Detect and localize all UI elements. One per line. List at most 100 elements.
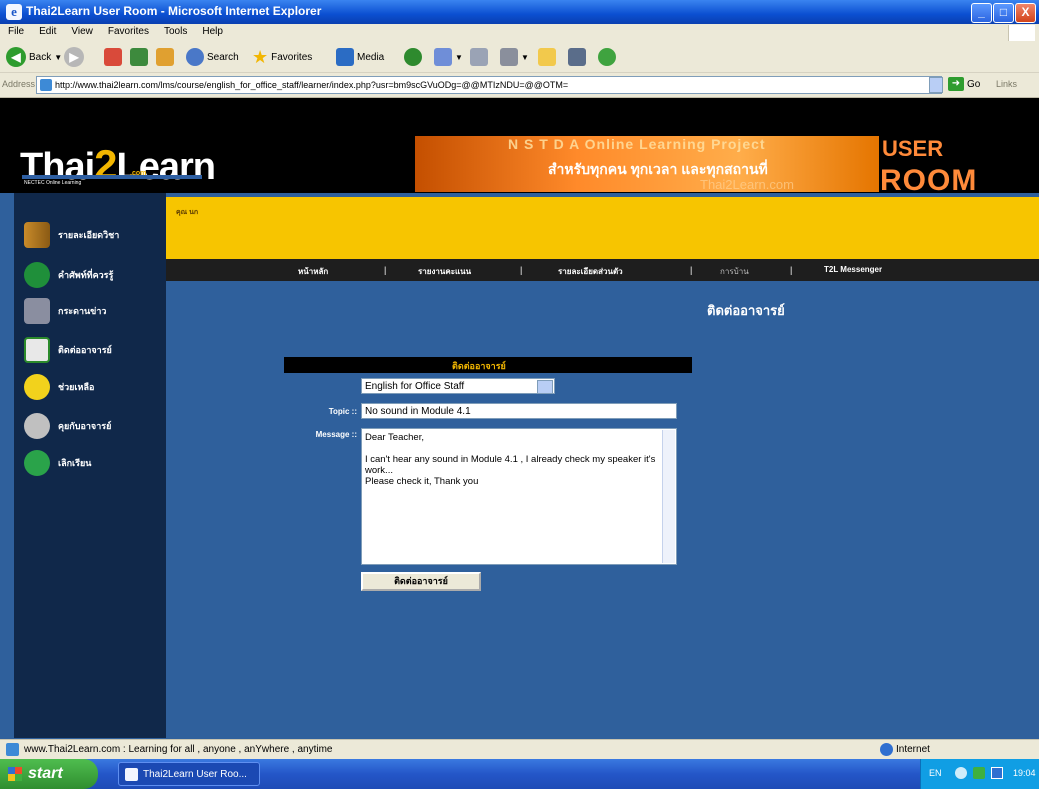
language-indicator[interactable]: EN (929, 768, 942, 778)
start-button[interactable]: start (0, 759, 98, 789)
top-nav-bar: หน้าหลัก | รายงานคะแนน | รายละเอียดส่วนต… (166, 259, 1039, 281)
sidebar-item-logout[interactable]: เลิกเรียน (24, 449, 91, 477)
menu-edit[interactable]: Edit (31, 24, 63, 37)
address-url: http://www.thai2learn.com/lms/course/eng… (55, 80, 569, 90)
banner-user-text: USER (882, 136, 944, 161)
page-status-icon (6, 743, 19, 756)
stop-icon (104, 48, 122, 66)
favorites-label: Favorites (271, 51, 313, 63)
close-button[interactable]: X (1015, 3, 1036, 23)
menu-favorites[interactable]: Favorites (100, 24, 156, 37)
web-page: Thai2Learn .com NECTEC Online Learning N… (0, 98, 1039, 739)
folder-icon (538, 48, 556, 66)
taskbar: start Thai2Learn User Roo... EN 19:04 (0, 759, 1039, 789)
media-icon (336, 48, 354, 66)
sidebar-item-contact-teacher[interactable]: ติดต่ออาจารย์ (24, 336, 112, 364)
menu-help[interactable]: Help (194, 24, 230, 37)
course-select-value: English for Office Staff (365, 381, 465, 392)
taskbar-window-ie[interactable]: Thai2Learn User Roo... (118, 762, 260, 786)
history-button[interactable] (404, 46, 422, 68)
window-titlebar[interactable]: e Thai2Learn User Room - Microsoft Inter… (0, 0, 1039, 24)
logo-tagline: NECTEC Online Learning (24, 180, 82, 186)
logo-part-learn: Learn (116, 146, 216, 188)
sidebar: รายละเอียดวิชา คำศัพท์ที่ควรรู้ กระดานข่… (14, 193, 166, 738)
help-bulb-icon (24, 374, 50, 400)
logo-underline: .com (22, 170, 202, 179)
mail-icon (434, 48, 452, 66)
home-icon (156, 48, 174, 66)
tray-media-icon[interactable] (991, 767, 1003, 779)
messenger-button[interactable] (598, 46, 616, 68)
maximize-button[interactable]: □ (993, 3, 1014, 23)
back-label: Back (29, 51, 52, 63)
tray-network-icon[interactable] (955, 767, 967, 779)
sidebar-item-course-details[interactable]: รายละเอียดวิชา (24, 221, 119, 249)
message-textarea[interactable]: Dear Teacher, I can't hear any sound in … (361, 428, 677, 565)
address-label: Address (2, 79, 36, 89)
nav-score-report[interactable]: รายงานคะแนน (418, 265, 471, 278)
back-button[interactable]: ◀ Back ▼ (6, 46, 62, 68)
links-button[interactable]: Links (996, 79, 1017, 89)
monitor-icon (24, 337, 50, 363)
go-button[interactable]: ➜ Go (948, 77, 980, 91)
menu-tools[interactable]: Tools (156, 24, 194, 37)
tray-app-icon[interactable] (973, 767, 985, 779)
mail-button[interactable]: ▼ (434, 46, 463, 68)
search-button[interactable]: Search (186, 46, 239, 68)
menu-view[interactable]: View (63, 24, 100, 37)
message-text: Dear Teacher, I can't hear any sound in … (365, 432, 656, 487)
sidebar-item-vocabulary[interactable]: คำศัพท์ที่ควรรู้ (24, 261, 113, 289)
edit-dropdown-icon[interactable]: ▼ (521, 53, 529, 62)
windows-logo-icon (1008, 25, 1035, 41)
history-icon (404, 48, 422, 66)
discuss-icon (568, 48, 586, 66)
form-header: ติดต่ออาจารย์ (284, 357, 692, 373)
ie-icon: e (6, 4, 22, 20)
chevron-down-icon[interactable] (537, 380, 553, 394)
course-select[interactable]: English for Office Staff (361, 378, 555, 394)
message-scrollbar[interactable] (662, 430, 675, 563)
discuss-button[interactable] (568, 46, 586, 68)
sidebar-item-label: คำศัพท์ที่ควรรู้ (58, 270, 114, 280)
site-banner: Thai2Learn .com NECTEC Online Learning N… (0, 98, 1039, 197)
topic-input[interactable]: No sound in Module 4.1 (361, 403, 677, 419)
nav-homework[interactable]: การบ้าน (720, 265, 749, 278)
minimize-button[interactable]: _ (971, 3, 992, 23)
sidebar-item-label: เลิกเรียน (58, 458, 92, 468)
banner-english-text: N S T D A Online Learning Project (508, 136, 766, 152)
page-title: ติดต่ออาจารย์ (707, 303, 785, 318)
favorites-button[interactable]: ★ Favorites (252, 46, 312, 68)
home-button[interactable] (156, 46, 174, 68)
menu-file[interactable]: File (0, 24, 31, 37)
address-input[interactable]: http://www.thai2learn.com/lms/course/eng… (36, 76, 942, 94)
folder-button[interactable] (538, 46, 556, 68)
mail-dropdown-icon[interactable]: ▼ (455, 53, 463, 62)
address-dropdown-icon[interactable] (929, 77, 943, 93)
edit-button[interactable]: ▼ (500, 46, 529, 68)
media-button[interactable]: Media (336, 46, 384, 68)
sidebar-item-label: ช่วยเหลือ (58, 382, 95, 392)
stop-button[interactable] (104, 46, 122, 68)
back-dropdown-icon[interactable]: ▼ (54, 53, 62, 62)
forward-arrow-icon: ▶ (64, 47, 84, 67)
sidebar-item-board[interactable]: กระดานข่าว (24, 297, 106, 325)
ie-icon (125, 768, 138, 781)
contact-teacher-submit-button[interactable]: ติดต่ออาจารย์ (361, 572, 481, 591)
forward-button[interactable]: ▶ (64, 46, 84, 68)
banner-url-text: Thai2Learn.com (700, 177, 794, 192)
internet-zone-icon (880, 743, 893, 756)
search-icon (186, 48, 204, 66)
nav-t2l-messenger[interactable]: T2L Messenger (824, 265, 882, 274)
address-bar: Address http://www.thai2learn.com/lms/co… (0, 73, 1039, 98)
nav-personal-details[interactable]: รายละเอียดส่วนตัว (558, 265, 623, 278)
user-greeting: คุณ นก (176, 209, 199, 216)
refresh-button[interactable] (130, 46, 148, 68)
status-text: www.Thai2Learn.com : Learning for all , … (24, 744, 333, 755)
print-button[interactable] (470, 46, 488, 68)
logo-part-2: 2 (94, 141, 117, 188)
nav-home[interactable]: หน้าหลัก (298, 265, 328, 278)
sidebar-item-chat-teacher[interactable]: คุยกับอาจารย์ (24, 412, 111, 440)
bulletin-icon (24, 298, 50, 324)
menu-bar: File Edit View Favorites Tools Help (0, 24, 1039, 43)
sidebar-item-help[interactable]: ช่วยเหลือ (24, 373, 94, 401)
